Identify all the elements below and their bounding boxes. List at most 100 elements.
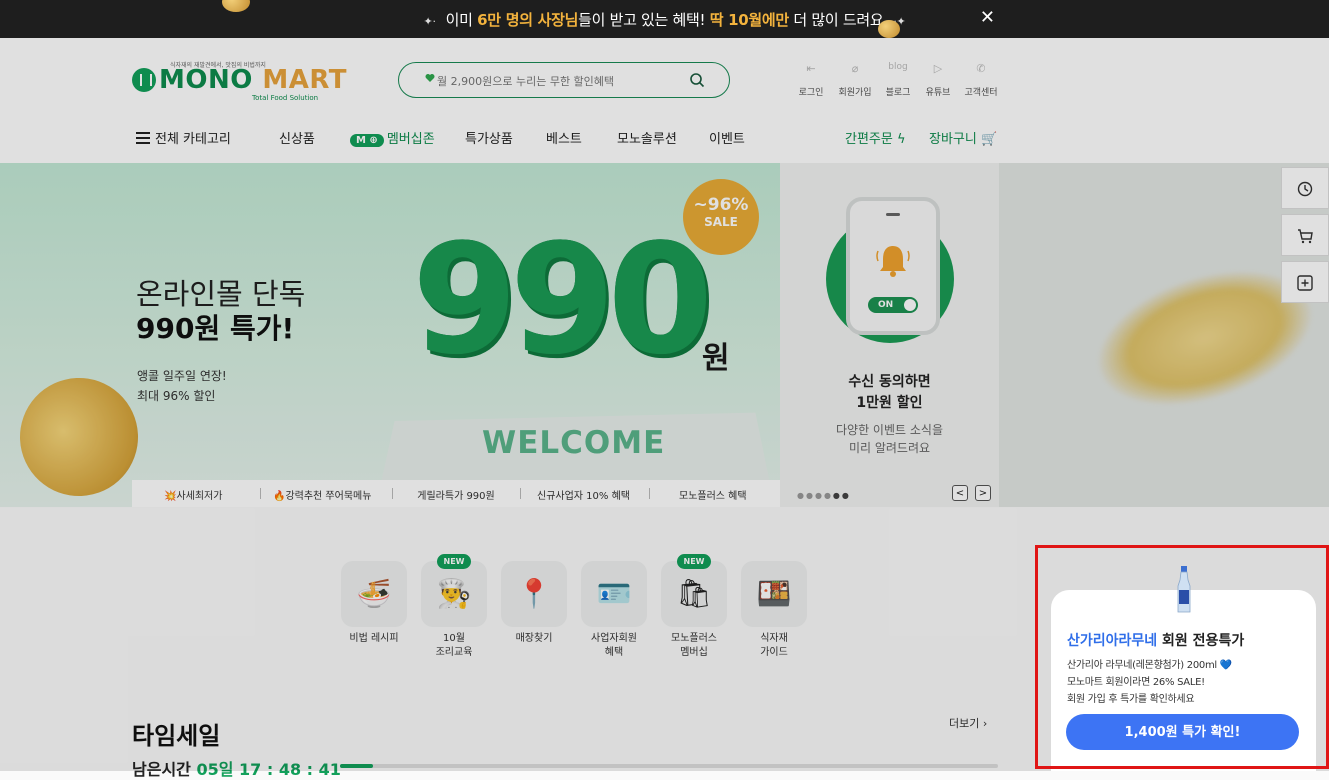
quick-label-line1: 모노플러스: [671, 633, 717, 644]
new-badge: NEW: [677, 554, 711, 569]
search-bar[interactable]: [398, 62, 730, 98]
notification-consent-panel[interactable]: ON 수신 동의하면 1만원 할인 다양한 이벤트 소식을 미리 알려드려요: [780, 163, 999, 507]
consent-sub-line1: 다양한 이벤트 소식을: [836, 423, 943, 437]
cooking-class-shortcut[interactable]: 👨‍🍳: [421, 561, 487, 627]
hero-tab-new-business[interactable]: 신규사업자 10% 혜택: [537, 487, 630, 502]
logo-mono: MONO: [159, 65, 253, 95]
hero-welcome-text: WELCOME: [482, 425, 666, 461]
quick-label: 모노플러스 멤버십: [651, 632, 737, 660]
quick-label-line1: 사업자회원: [591, 633, 637, 644]
login-icon: ⇤: [806, 62, 816, 75]
quick-label: 10월 조리교육: [411, 632, 497, 660]
quick-label-line1: 매장찾기: [515, 633, 553, 644]
hero-slide[interactable]: 온라인몰 단독 990원 특가! 앵콜 일주일 연장! 최대 96% 할인 99…: [0, 163, 780, 507]
customer-center-link[interactable]: ✆ 고객센터: [961, 62, 1001, 98]
quick-order-button[interactable]: 간편주문 ϟ: [845, 128, 906, 147]
timesale-title: 타임세일: [132, 722, 221, 750]
nav-new-products[interactable]: 신상품: [279, 128, 315, 147]
timesale-remaining: 남은시간 05일 17 : 48 : 41: [132, 756, 341, 780]
site-logo[interactable]: 식자재의 재발견에서, 맛집의 비법까지 MONO MART Total Foo…: [132, 60, 347, 104]
blog-label: 블로그: [885, 88, 911, 98]
ingredients-icon: 🍱: [756, 577, 792, 610]
top-promo-banner: ✦· 이미 6만 명의 사장님들이 받고 있는 혜택! 딱 10월에만 더 많이 …: [0, 0, 1329, 38]
carousel-dots[interactable]: ●●●●●●: [797, 491, 851, 500]
membership-badge-icon: M ⊕: [350, 134, 384, 147]
ingredient-guide-shortcut[interactable]: 🍱: [741, 561, 807, 627]
hero-990-graphic: 990: [412, 211, 713, 388]
search-input[interactable]: [423, 70, 689, 92]
nav-all-label: 전체 카테고리: [155, 132, 231, 147]
nav-membership-zone[interactable]: M ⊕ 멤버십존: [350, 128, 435, 147]
promo-message: ✦· 이미 6만 명의 사장님들이 받고 있는 혜택! 딱 10월에만 더 많이 …: [0, 9, 1329, 30]
quick-label-line1: 식자재: [760, 633, 788, 644]
hero-desc-line2: 최대 96% 할인: [137, 389, 216, 403]
menu-icon: [136, 132, 150, 144]
quick-order-label: 간편주문: [845, 132, 893, 147]
carousel-next-button[interactable]: >: [975, 485, 991, 501]
phone-icon: ✆: [976, 62, 986, 75]
search-icon[interactable]: [689, 72, 705, 88]
plus-square-icon: [1297, 275, 1313, 291]
rail-cart-button[interactable]: [1281, 214, 1329, 256]
rail-add-button[interactable]: [1281, 261, 1329, 303]
consent-title-line2: 1만원 할인: [856, 395, 923, 411]
timesale-more-link[interactable]: 더보기 ›: [949, 715, 987, 731]
store-finder-shortcut[interactable]: 📍: [501, 561, 567, 627]
login-link[interactable]: ⇤ 로그인: [791, 62, 831, 98]
hero-tab-recommend[interactable]: 🔥강력추천 쭈어묵메뉴: [273, 487, 371, 502]
recipe-shortcut[interactable]: 🍜: [341, 561, 407, 627]
cart-button[interactable]: 장바구니 🛒: [929, 128, 997, 147]
timesale-progress-bar: [340, 764, 998, 768]
quick-label-line1: 비법 레시피: [349, 633, 399, 644]
logo-wordmark: MONO MART: [159, 65, 347, 95]
chef-icon: 👨‍🍳: [436, 577, 472, 610]
quick-label: 식자재 가이드: [731, 632, 817, 660]
phone-graphic: ON: [846, 197, 940, 335]
login-label: 로그인: [798, 88, 824, 98]
quick-label: 비법 레시피: [331, 632, 417, 646]
nav-mono-solution[interactable]: 모노솔루션: [617, 128, 677, 147]
hero-tab-lowest-price[interactable]: 💥사세최저가: [164, 487, 222, 502]
quick-label-line2: 혜택: [604, 647, 624, 658]
consent-title-line1: 수신 동의하면: [848, 374, 931, 390]
nav-best[interactable]: 베스트: [546, 128, 582, 147]
signup-link[interactable]: ⌀ 회원가입: [835, 62, 875, 98]
promo-highlight-1: 6만 명의 사장님: [477, 11, 579, 29]
sale-percent: ~96%: [693, 195, 749, 215]
quick-label-line1: 10월: [443, 633, 465, 644]
tab-divider: [649, 488, 650, 499]
signup-label: 회원가입: [838, 88, 872, 98]
youtube-link[interactable]: ▷ 유튜브: [918, 62, 958, 98]
noodle-bowl-icon: 🍜: [356, 577, 392, 610]
promo-text-pre: 이미: [445, 11, 478, 29]
blog-link[interactable]: blog 블로그: [878, 62, 918, 98]
nav-all-categories[interactable]: 전체 카테고리: [136, 128, 231, 147]
promo-highlight-2: 딱 10월에만: [709, 11, 790, 29]
cart-icon: [1298, 229, 1313, 244]
membership-badge-letter: M: [356, 135, 366, 146]
remain-time: 05일 17 : 48 : 41: [196, 760, 341, 779]
nav-membership-label: 멤버십존: [386, 132, 435, 147]
hero-won-text: 원: [702, 341, 730, 376]
nav-event[interactable]: 이벤트: [709, 128, 745, 147]
coin-decoration: [878, 20, 900, 38]
quick-label: 매장찾기: [491, 632, 577, 646]
id-card-icon: 🪪: [596, 577, 632, 610]
business-member-shortcut[interactable]: 🪪: [581, 561, 647, 627]
location-pin-icon: 📍: [516, 577, 552, 610]
bell-icon: [876, 246, 910, 277]
fork-logo-icon: [132, 68, 156, 92]
customer-center-label: 고객센터: [964, 88, 998, 98]
ramune-bottle-icon: [1177, 566, 1191, 613]
monoplus-shortcut[interactable]: 🛍: [661, 561, 727, 627]
hero-tab-monoplus[interactable]: 모노플러스 혜택: [679, 487, 747, 502]
carousel-prev-button[interactable]: <: [952, 485, 968, 501]
nav-special-deals[interactable]: 특가상품: [465, 128, 513, 147]
sale-word: SALE: [704, 215, 738, 229]
hero-tab-guerrilla-990[interactable]: 게릴라특가 990원: [392, 487, 520, 507]
hero-tab-bar: 💥사세최저가 🔥강력추천 쭈어묵메뉴 게릴라특가 990원 신규사업자 10% …: [132, 480, 780, 507]
recent-viewed-button[interactable]: [1281, 167, 1329, 209]
logo-mart: MART: [262, 65, 347, 95]
consent-sub-line2: 미리 알려드려요: [848, 441, 931, 455]
close-banner-button[interactable]: ✕: [980, 7, 995, 28]
